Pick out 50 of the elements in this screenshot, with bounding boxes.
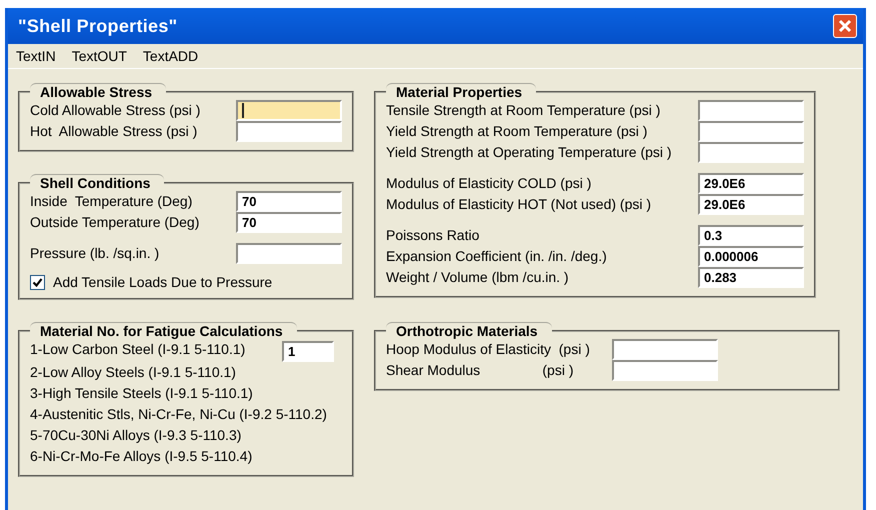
input-field[interactable]: 0.283: [698, 267, 804, 288]
input-field[interactable]: 29.0E6: [698, 173, 804, 194]
field-label: Yield Strength at Operating Temperature (psi ): [386, 143, 673, 162]
window-title: "Shell Properties": [18, 16, 178, 36]
input-field[interactable]: 70: [236, 212, 342, 233]
option-text: 1-Low Carbon Steel (I-9.1 5-110.1): [30, 340, 246, 359]
field-label: Weight / Volume (lbm /cu.in. ): [386, 268, 570, 287]
input-field[interactable]: [698, 121, 804, 142]
group-title: Material Properties: [386, 83, 536, 100]
input-field[interactable]: [698, 142, 804, 163]
input-field[interactable]: [612, 339, 718, 360]
close-button[interactable]: [833, 14, 857, 38]
group-title: Material No. for Fatigue Calculations: [30, 322, 297, 339]
checkbox[interactable]: Add Tensile Loads Due to Pressure: [30, 274, 342, 290]
field-label: Outside Temperature (Deg): [30, 213, 200, 232]
input-field[interactable]: 29.0E6: [698, 194, 804, 215]
menu-item[interactable]: TextIN: [16, 48, 56, 64]
option-text: 2-Low Alloy Steels (I-9.1 5-110.1): [30, 363, 236, 382]
input-field[interactable]: 1: [282, 341, 334, 362]
input-field[interactable]: [236, 100, 342, 121]
menu-item[interactable]: TextOUT: [72, 48, 127, 64]
field-label: Modulus of Elasticity COLD (psi ): [386, 174, 592, 193]
input-field[interactable]: 0.000006: [698, 246, 804, 267]
input-field[interactable]: [698, 100, 804, 121]
field-label: Hoop Modulus of Elasticity (psi ): [386, 340, 591, 359]
checkmark-icon: [32, 276, 43, 288]
field-label: Inside Temperature (Deg): [30, 192, 194, 211]
menu-item[interactable]: TextADD: [142, 48, 198, 64]
field-label: Pressure (lb. /sq.in. ): [30, 244, 160, 263]
input-field[interactable]: [612, 360, 718, 381]
input-field[interactable]: [236, 121, 342, 142]
input-field[interactable]: [236, 243, 342, 264]
group-title: Shell Conditions: [30, 174, 164, 191]
option-text: 5-70Cu-30Ni Alloys (I-9.3 5-110.3): [30, 426, 242, 445]
group-title: Orthotropic Materials: [386, 322, 552, 339]
close-icon: [838, 19, 852, 33]
input-field[interactable]: 0.3: [698, 225, 804, 246]
option-text: 4-Austenitic Stls, Ni-Cr-Fe, Ni-Cu (I-9.2 5-110.2): [30, 405, 327, 424]
field-label: Poissons Ratio: [386, 226, 480, 245]
option-text: 3-High Tensile Steels (I-9.1 5-110.1): [30, 384, 253, 403]
field-label: Shear Modulus (psi ): [386, 361, 575, 380]
field-label: Tensile Strength at Room Temperature (psi ): [386, 101, 662, 120]
group-title: Allowable Stress: [30, 83, 166, 100]
field-label: Hot Allowable Stress (psi ): [30, 122, 198, 141]
input-field[interactable]: 70: [236, 191, 342, 212]
field-label: Expansion Coefficient (in. /in. /deg.): [386, 247, 608, 266]
option-text: 6-Ni-Cr-Mo-Fe Alloys (I-9.5 5-110.4): [30, 447, 252, 466]
field-label: Modulus of Elasticity HOT (Not used) (psi ): [386, 195, 652, 214]
field-label: Yield Strength at Room Temperature (psi ): [386, 122, 648, 141]
field-label: Cold Allowable Stress (psi ): [30, 101, 202, 120]
